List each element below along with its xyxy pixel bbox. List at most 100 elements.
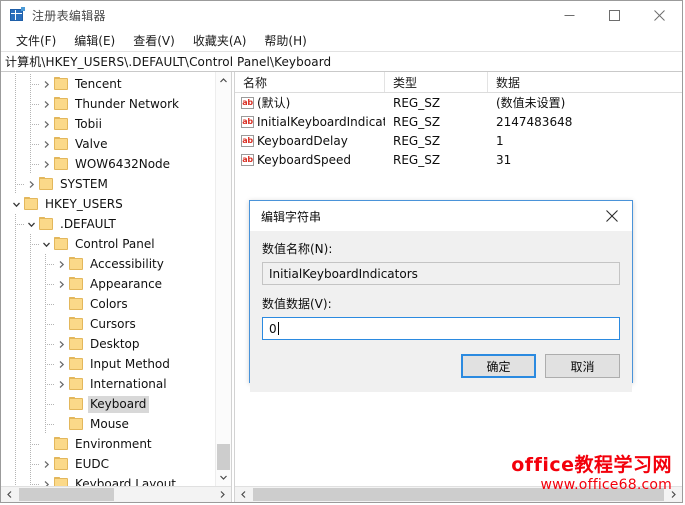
tree-vscroll-thumb[interactable] [217, 444, 230, 470]
values-horizontal-scrollbar[interactable] [235, 486, 682, 502]
tree-guide-line [30, 254, 31, 274]
menu-item-help[interactable]: 帮助(H) [255, 30, 315, 52]
table-row[interactable]: ab KeyboardSpeed REG_SZ 31 [235, 150, 682, 169]
tree-guide-line [15, 114, 16, 134]
maximize-icon[interactable] [592, 1, 637, 29]
tree-guide-line [45, 294, 46, 314]
tree-node-eudc[interactable]: EUDC [1, 454, 215, 474]
chevron-up-icon[interactable] [216, 72, 231, 89]
value-name-text: InitialKeyboardIndicators [257, 114, 385, 129]
tree-node-tencent[interactable]: Tencent [1, 74, 215, 94]
chevron-right-icon[interactable] [54, 374, 69, 394]
chevron-down-icon[interactable] [9, 194, 24, 214]
tree-hscroll-track[interactable] [18, 487, 214, 502]
chevron-right-icon[interactable] [54, 254, 69, 274]
tree-node-label: Control Panel [75, 236, 155, 251]
tree-node-label: Input Method [90, 356, 170, 371]
value-data-input[interactable]: 0 [262, 317, 620, 340]
tree-node-desktop[interactable]: Desktop [1, 334, 215, 354]
tree-node-cursors[interactable]: Cursors [1, 314, 215, 334]
chevron-down-icon[interactable] [39, 234, 54, 254]
column-header-data[interactable]: 数据 [488, 72, 682, 92]
tree-guide-line [30, 114, 31, 134]
tree-node-colors[interactable]: Colors [1, 294, 215, 314]
chevron-right-icon[interactable] [39, 454, 54, 474]
chevron-right-icon[interactable] [39, 134, 54, 154]
tree-node-valve[interactable]: Valve [1, 134, 215, 154]
edit-string-dialog: 编辑字符串 数值名称(N): InitialKeyboardIndicators… [249, 200, 633, 392]
tree-horizontal-scrollbar[interactable] [1, 486, 231, 502]
tree-vertical-scrollbar[interactable] [215, 72, 231, 486]
tree-node-international[interactable]: International [1, 374, 215, 394]
chevron-left-icon[interactable] [1, 487, 18, 502]
tree-vscroll-track[interactable] [216, 89, 231, 470]
values-hscroll-thumb[interactable] [253, 488, 664, 501]
window-title: 注册表编辑器 [32, 8, 106, 23]
chevron-right-icon[interactable] [665, 487, 682, 502]
tree-node-hkey-users[interactable]: HKEY_USERS [1, 194, 215, 214]
column-header-type[interactable]: 类型 [385, 72, 488, 92]
chevron-right-icon[interactable] [39, 94, 54, 114]
chevron-right-icon[interactable] [214, 487, 231, 502]
menu-item-view[interactable]: 查看(V) [124, 30, 184, 52]
menu-item-file[interactable]: 文件(F) [7, 30, 65, 52]
tree-node-label: Cursors [90, 316, 136, 331]
tree-node-environment[interactable]: Environment [1, 434, 215, 454]
tree-guide-line [45, 344, 54, 345]
registry-tree-pane: Tencent Thunder Network Tobii Valve WOW6432N… [1, 72, 231, 502]
tree-node-wow6432node[interactable]: WOW6432Node [1, 154, 215, 174]
chevron-left-icon[interactable] [235, 487, 252, 502]
tree-hscroll-thumb[interactable] [19, 488, 114, 501]
chevron-right-icon[interactable] [39, 474, 54, 486]
tree-guide-line [15, 214, 16, 234]
cancel-button[interactable]: 取消 [545, 354, 620, 378]
chevron-right-icon[interactable] [39, 154, 54, 174]
menu-item-favorites[interactable]: 收藏夹(A) [184, 30, 256, 52]
tree-node-keyboard-layout[interactable]: Keyboard Layout [1, 474, 215, 486]
table-row[interactable]: ab KeyboardDelay REG_SZ 1 [235, 131, 682, 150]
chevron-down-icon[interactable] [24, 214, 39, 234]
chevron-right-icon[interactable] [54, 354, 69, 374]
chevron-right-icon[interactable] [54, 334, 69, 354]
table-row[interactable]: ab (默认) REG_SZ (数值未设置) [235, 93, 682, 112]
close-icon[interactable] [637, 1, 682, 29]
tree-node-thunder-network[interactable]: Thunder Network [1, 94, 215, 114]
tree-guide-line [45, 354, 46, 374]
tree-node-tobii[interactable]: Tobii [1, 114, 215, 134]
chevron-down-icon[interactable] [216, 469, 231, 486]
tree-guide-line [45, 364, 54, 365]
column-header-name[interactable]: 名称 [235, 72, 385, 92]
address-bar[interactable]: 计算机\HKEY_USERS\.DEFAULT\Control Panel\Ke… [1, 51, 682, 72]
tree-node-accessibility[interactable]: Accessibility [1, 254, 215, 274]
registry-tree[interactable]: Tencent Thunder Network Tobii Valve WOW6432N… [1, 72, 215, 486]
folder-icon [69, 357, 83, 370]
value-name-input[interactable]: InitialKeyboardIndicators [262, 262, 620, 285]
tree-guide-line [15, 254, 16, 274]
tree-node--default[interactable]: .DEFAULT [1, 214, 215, 234]
values-hscroll-track[interactable] [252, 487, 665, 502]
value-name-cell: ab (默认) [235, 94, 385, 111]
tree-node-system[interactable]: SYSTEM [1, 174, 215, 194]
close-icon[interactable] [592, 201, 632, 231]
string-value-icon: ab [241, 115, 254, 128]
ok-button[interactable]: 确定 [461, 354, 536, 378]
minimize-icon[interactable] [547, 1, 592, 29]
menu-item-edit[interactable]: 编辑(E) [65, 30, 124, 52]
tree-guide-line [30, 74, 31, 94]
tree-guide-line [45, 324, 54, 325]
tree-node-appearance[interactable]: Appearance [1, 274, 215, 294]
tree-node-mouse[interactable]: Mouse [1, 414, 215, 434]
folder-icon [69, 337, 83, 350]
chevron-right-icon[interactable] [54, 274, 69, 294]
chevron-right-icon[interactable] [39, 74, 54, 94]
chevron-right-icon[interactable] [24, 174, 39, 194]
tree-guide-line [30, 414, 31, 434]
chevron-right-icon[interactable] [39, 114, 54, 134]
tree-guide-line [30, 354, 31, 374]
tree-guide-line [15, 394, 16, 414]
table-row[interactable]: abInitialKeyboardIndicators REG_SZ 2147483… [235, 112, 682, 131]
tree-node-control-panel[interactable]: Control Panel [1, 234, 215, 254]
tree-node-keyboard[interactable]: Keyboard [1, 394, 215, 414]
tree-node-input-method[interactable]: Input Method [1, 354, 215, 374]
tree-node-label: EUDC [75, 456, 109, 471]
